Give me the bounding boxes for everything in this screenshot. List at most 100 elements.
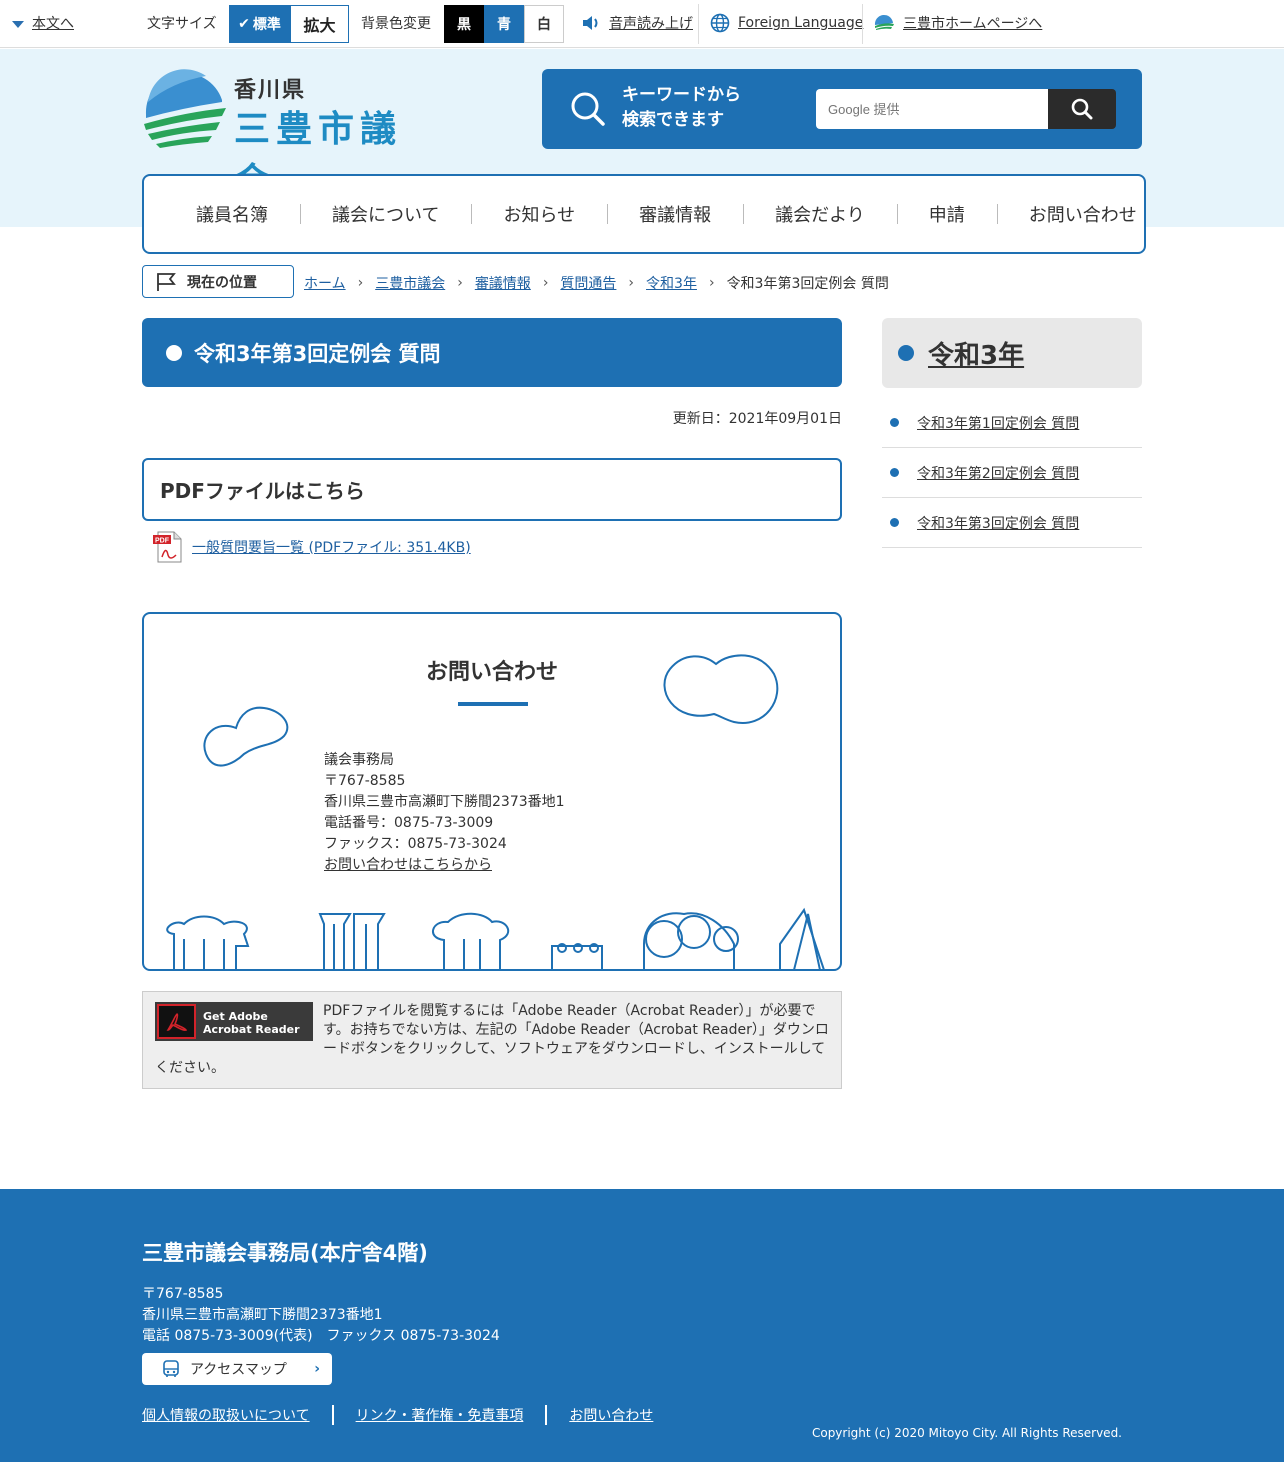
footer-link-copyright[interactable]: リンク・著作権・免責事項 — [356, 1405, 524, 1425]
nav-item-about[interactable]: 議会について — [300, 201, 471, 227]
breadcrumb-questions[interactable]: 質問通告 — [560, 273, 616, 293]
utility-bar: 本文へ 文字サイズ ✔ 標準 拡大 背景色変更 黒 青 白 音声読み上げ Fore… — [0, 0, 1284, 48]
font-standard-label: 標準 — [252, 17, 281, 33]
adobe-reader-notice: Get Adobe Acrobat Reader PDFファイルを閲覧するには「… — [142, 991, 842, 1089]
read-aloud-link[interactable]: 音声読み上げ — [582, 13, 693, 33]
bg-color-label: 背景色変更 — [361, 16, 431, 32]
nav-item-deliberation[interactable]: 審議情報 — [607, 201, 743, 227]
page-title-text: 令和3年第3回定例会 質問 — [194, 341, 441, 366]
sidebar-item-link[interactable]: 令和3年第3回定例会 質問 — [917, 513, 1079, 533]
skip-to-content[interactable]: 本文へ — [12, 13, 74, 33]
triangle-down-icon — [12, 20, 24, 28]
search-label-line1: キーワードから — [622, 85, 741, 105]
contact-postal: 〒767-8585 — [324, 773, 406, 789]
adobe-badge-line2: Acrobat Reader — [203, 1023, 300, 1036]
get-adobe-reader-button[interactable]: Get Adobe Acrobat Reader — [155, 1002, 313, 1041]
search-icon — [571, 92, 605, 126]
speaker-icon — [583, 16, 598, 30]
page-title: 令和3年第3回定例会 質問 — [142, 318, 842, 387]
copyright: Copyright (c) 2020 Mitoyo City. All Righ… — [811, 1426, 1122, 1440]
contact-title-underline — [458, 702, 528, 706]
chevron-right-icon: › — [357, 275, 364, 291]
chevron-right-icon: › — [708, 275, 715, 291]
contact-address: 香川県三豊市高瀬町下勝間2373番地1 — [324, 794, 565, 810]
contact-fax: ファックス：0875-73-3024 — [324, 836, 507, 852]
footer-link-contact[interactable]: お問い合わせ — [569, 1405, 653, 1425]
divider — [331, 1405, 334, 1425]
globe-icon — [710, 13, 730, 33]
read-aloud-label: 音声読み上げ — [609, 16, 693, 32]
adobe-acrobat-icon — [157, 1004, 196, 1039]
contact-dept: 議会事務局 — [324, 752, 394, 768]
footer: 三豊市議会事務局(本庁舎4階) 〒767-8585 香川県三豊市高瀬町下勝間23… — [0, 1189, 1284, 1462]
foreign-language-label: Foreign Language — [738, 15, 864, 31]
pdf-file-icon: PDF — [153, 531, 182, 563]
font-large-button[interactable]: 拡大 — [290, 5, 349, 43]
footer-phone-fax: 電話 0875-73-3009(代表) ファックス 0875-73-3024 — [142, 1328, 500, 1344]
sidebar-item-link[interactable]: 令和3年第1回定例会 質問 — [917, 413, 1079, 433]
nav-item-application[interactable]: 申請 — [896, 201, 997, 227]
foreign-language-link[interactable]: Foreign Language — [710, 13, 863, 33]
bullet-icon — [890, 468, 899, 477]
breadcrumb-home[interactable]: ホーム — [304, 273, 346, 293]
bg-black-button[interactable]: 黒 — [444, 5, 484, 43]
breadcrumb-current: 令和3年第3回定例会 質問 — [726, 276, 889, 292]
footer-links: 個人情報の取扱いについて リンク・著作権・免責事項 お問い合わせ — [142, 1405, 653, 1425]
divider — [698, 4, 699, 44]
breadcrumb: ホーム › 三豊市議会 › 審議情報 › 質問通告 › 令和3年 › 令和3年第3回定例会… — [304, 273, 889, 293]
contact-form-link[interactable]: お問い合わせはこちらから — [324, 857, 492, 873]
contact-phone: 電話番号：0875-73-3009 — [324, 815, 494, 831]
check-icon: ✔ — [238, 16, 250, 32]
bullet-icon — [166, 344, 182, 361]
bus-icon — [163, 1360, 179, 1377]
nav-item-members[interactable]: 議員名簿 — [164, 201, 300, 227]
flag-icon — [157, 272, 176, 291]
bg-blue-button[interactable]: 青 — [484, 5, 524, 43]
skip-link[interactable]: 本文へ — [32, 16, 74, 32]
pdf-download[interactable]: PDF 一般質問要旨一覧 (PDFファイル: 351.4KB) — [152, 531, 471, 563]
sidebar-item-current[interactable]: 令和3年第3回定例会 質問 — [882, 498, 1142, 548]
chevron-right-icon: › — [542, 275, 549, 291]
breadcrumb-deliberation[interactable]: 審議情報 — [475, 273, 531, 293]
pdf-link[interactable]: 一般質問要旨一覧 (PDFファイル: 351.4KB) — [192, 537, 471, 557]
search-panel: キーワードから 検索できます — [542, 69, 1142, 149]
bullet-icon — [890, 518, 899, 527]
footer-office-name: 三豊市議会事務局(本庁舎4階) — [142, 1241, 428, 1265]
search-label-line2: 検索できます — [622, 110, 724, 130]
chevron-right-icon: › — [628, 275, 635, 291]
contact-title: お問い合わせ — [425, 660, 558, 685]
search-icon — [1071, 98, 1093, 120]
breadcrumb-year[interactable]: 令和3年 — [646, 273, 697, 293]
city-home-label: 三豊市ホームページへ — [903, 16, 1043, 32]
sidebar-item[interactable]: 令和3年第1回定例会 質問 — [882, 398, 1142, 448]
access-map-button[interactable]: アクセスマップ › — [142, 1353, 332, 1385]
sidebar-heading-link[interactable]: 令和3年 — [928, 335, 1024, 372]
footer-address: 香川県三豊市高瀬町下勝間2373番地1 — [142, 1307, 383, 1323]
divider — [862, 4, 863, 44]
svg-text:PDF: PDF — [155, 538, 170, 545]
nav-item-news[interactable]: お知らせ — [471, 201, 607, 227]
site-logo[interactable]: 香川県 三豊市議会 — [142, 68, 442, 202]
divider — [545, 1405, 548, 1425]
search-label: キーワードから 検索できます — [622, 83, 741, 133]
sidebar-item-link[interactable]: 令和3年第2回定例会 質問 — [917, 463, 1079, 483]
breadcrumb-label: 現在の位置 — [142, 265, 294, 298]
font-standard-button[interactable]: ✔ 標準 — [229, 5, 290, 43]
breadcrumb-council[interactable]: 三豊市議会 — [375, 273, 445, 293]
nav-item-contact[interactable]: お問い合わせ — [996, 201, 1169, 227]
search-input[interactable] — [816, 89, 1048, 129]
pdf-section-heading: PDFファイルはこちら — [142, 458, 842, 521]
search-button[interactable] — [1048, 89, 1116, 129]
contact-box: お問い合わせ 議会事務局 〒767-8585 香川県三豊市高瀬町下勝間2373番… — [142, 612, 842, 971]
footer-postal: 〒767-8585 — [142, 1286, 224, 1302]
nav-item-newsletter[interactable]: 議会だより — [743, 201, 897, 227]
city-home-link[interactable]: 三豊市ホームページへ — [873, 13, 1042, 33]
logo-emblem-icon — [144, 69, 226, 148]
access-map-label: アクセスマップ — [190, 1362, 287, 1378]
footer-link-privacy[interactable]: 個人情報の取扱いについて — [142, 1405, 310, 1425]
bg-white-button[interactable]: 白 — [524, 5, 564, 43]
sidebar-item[interactable]: 令和3年第2回定例会 質問 — [882, 448, 1142, 498]
city-logo-icon — [874, 14, 894, 30]
sidebar-heading: 令和3年 — [882, 318, 1142, 388]
footer-address-block: 〒767-8585 香川県三豊市高瀬町下勝間2373番地1 電話 0875-73… — [142, 1284, 500, 1347]
